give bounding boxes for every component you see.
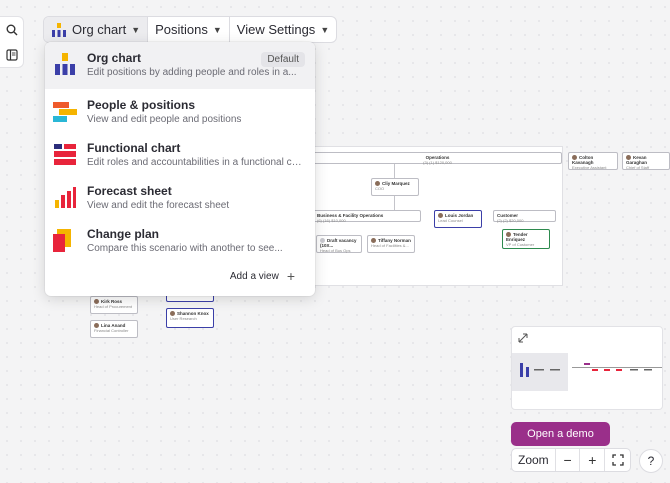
node-name: Cliy Marquez [382, 181, 410, 186]
menu-item-forecast-sheet[interactable]: Forecast sheet View and edit the forecas… [45, 175, 315, 218]
minimap[interactable] [511, 326, 663, 410]
node-role: Lead Counsel [438, 218, 463, 224]
node-kirk-ross[interactable]: Kirk Ross Head of Procurement [90, 296, 138, 314]
add-view-button[interactable]: Add a view + [230, 268, 295, 284]
node-name: Kirk Ross [101, 299, 123, 304]
search-icon [6, 24, 17, 35]
node-role: Financial Controller [94, 328, 129, 334]
view-menu: Org chart Edit positions by adding peopl… [45, 42, 315, 296]
node-role: COO [375, 186, 385, 192]
node-name: Shannon Knox [177, 311, 209, 316]
menu-item-org-chart[interactable]: Org chart Edit positions by adding peopl… [45, 42, 315, 89]
minimap-preview [520, 363, 662, 377]
customer-group[interactable]: Customer (2) (2) $20,000 [493, 210, 556, 223]
org-chart-icon [52, 22, 66, 37]
zoom-out-button[interactable]: − [556, 449, 581, 471]
chevron-down-icon: ▼ [131, 24, 141, 35]
menu-item-desc: Edit roles and accountabilities in a fun… [87, 157, 307, 168]
view-switcher: Org chart ▼ Positions ▼ View Settings ▼ [43, 16, 338, 43]
zoom-label: Zoom [512, 449, 556, 471]
menu-item-title: Forecast sheet [87, 184, 172, 198]
menu-item-title: People & positions [87, 98, 196, 112]
menu-item-title: Functional chart [87, 141, 181, 155]
menu-item-desc: View and edit the forecast sheet [87, 200, 230, 211]
node-name: Louis Jordan [445, 213, 474, 218]
fullscreen-icon [611, 454, 624, 466]
tab-org-chart[interactable]: Org chart ▼ [44, 17, 149, 42]
node-kevan-garaghan[interactable]: Kevan Garaghan Chief of Staff [622, 152, 670, 170]
node-colton-kavanagh[interactable]: Colton Kavanagh Executive Assistant [568, 152, 618, 170]
tab-positions[interactable]: Positions ▼ [148, 17, 230, 42]
node-role: Head of Facilities &... [371, 243, 409, 249]
menu-item-desc: Edit positions by adding people and role… [87, 67, 297, 78]
add-view-label: Add a view [229, 270, 279, 282]
menu-item-people-positions[interactable]: People & positions View and edit people … [45, 89, 315, 132]
node-role: User Research [170, 316, 197, 322]
org-chart-icon [55, 53, 75, 75]
menu-item-desc: Compare this scenario with another to se… [87, 243, 283, 254]
menu-item-functional-chart[interactable]: Functional chart Edit roles and accounta… [45, 132, 315, 175]
panel-toggle-button[interactable] [3, 46, 21, 64]
help-button[interactable]: ? [639, 449, 663, 473]
connector [394, 196, 395, 210]
node-draft-vacancy[interactable]: Draft vacancy (10X... Head of Bus Ops [316, 235, 362, 253]
group-stats: (6) (16) $10,000 [317, 218, 346, 223]
search-button[interactable] [3, 21, 21, 39]
node-tender-enriquez[interactable]: Tender Enriquez VP of Customer [502, 229, 550, 249]
menu-item-change-plan[interactable]: Change plan Compare this scenario with a… [45, 218, 315, 261]
chevron-down-icon: ▼ [212, 24, 222, 35]
functional-chart-icon [54, 144, 76, 165]
node-name: Draft vacancy (10X... [320, 238, 357, 249]
node-role: VP of Customer [506, 242, 535, 248]
default-badge: Default [261, 52, 305, 67]
tab-label: View Settings [236, 22, 316, 37]
node-role: Chief of Staff [626, 165, 650, 171]
forecast-sheet-icon [55, 187, 76, 208]
people-positions-icon [53, 102, 77, 122]
node-tiffany-norman[interactable]: Tiffany Norman Head of Facilities &... [367, 235, 415, 253]
change-plan-icon [53, 229, 71, 252]
node-cliy-marquez[interactable]: Cliy Marquez COO [371, 178, 419, 196]
operations-stats: (3) (1) $120,000 [423, 160, 452, 165]
menu-item-title: Change plan [87, 227, 160, 241]
sidebar-panel-icon [5, 48, 18, 61]
tab-view-settings[interactable]: View Settings ▼ [230, 17, 336, 42]
menu-item-desc: View and edit people and positions [87, 114, 242, 125]
zoom-in-button[interactable]: + [580, 449, 606, 471]
node-role: Head of Procurement [94, 304, 133, 310]
tab-label: Org chart [72, 22, 127, 37]
tab-label: Positions [155, 22, 208, 37]
node-name: Lina Anand [101, 323, 126, 328]
open-demo-button[interactable]: Open a demo [511, 422, 610, 446]
node-role: Head of Bus Ops [320, 248, 351, 254]
left-tool-rail [0, 16, 24, 68]
node-shannon-knox[interactable]: Shannon Knox User Research [166, 308, 214, 328]
facility-group[interactable]: Business & Facility Operations (6) (16) … [313, 210, 421, 223]
zoom-controls: Zoom − + [511, 448, 631, 472]
group-stats: (2) (2) $20,000 [497, 218, 524, 223]
connector [394, 164, 395, 178]
node-role: Executive Assistant [572, 165, 607, 171]
operations-group[interactable]: Operations (3) (1) $120,000 [313, 152, 562, 165]
plus-icon: + [286, 268, 295, 284]
node-name: Tiffany Norman [378, 238, 411, 243]
node-louis-jordan[interactable]: Louis Jordan Lead Counsel [434, 210, 482, 228]
node-lina-anand[interactable]: Lina Anand Financial Controller [90, 320, 138, 338]
fit-screen-button[interactable] [605, 449, 630, 471]
chevron-down-icon: ▼ [320, 24, 330, 35]
